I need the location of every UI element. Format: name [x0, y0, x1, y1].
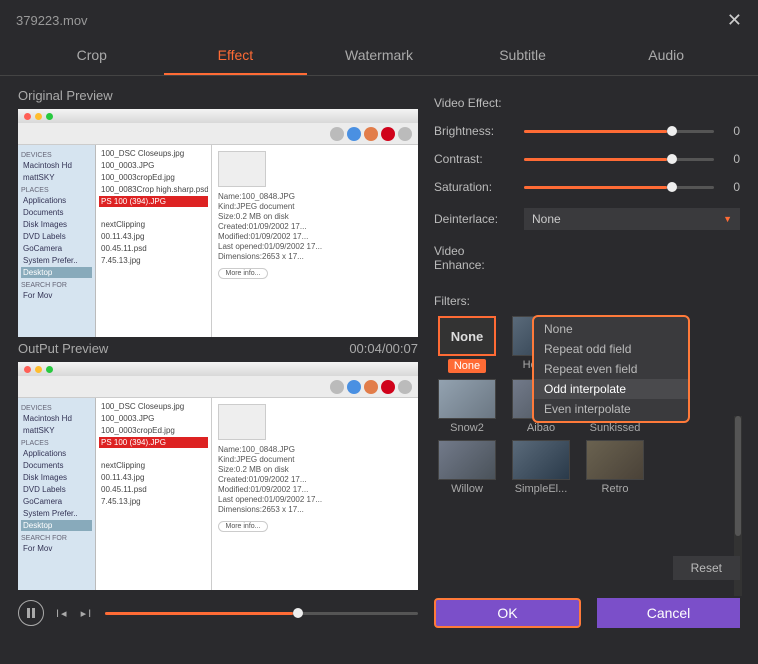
- contrast-label: Contrast:: [434, 152, 516, 166]
- filter-none[interactable]: None None: [434, 316, 500, 373]
- contrast-slider[interactable]: [524, 158, 714, 161]
- tab-bar: Crop Effect Watermark Subtitle Audio: [0, 37, 758, 76]
- dropdown-opt-repeat-odd[interactable]: Repeat odd field: [534, 339, 688, 359]
- tab-audio[interactable]: Audio: [594, 37, 738, 75]
- chevron-down-icon: ▼: [723, 214, 732, 224]
- saturation-label: Saturation:: [434, 180, 516, 194]
- video-effect-header: Video Effect:: [434, 96, 516, 110]
- saturation-value: 0: [722, 180, 740, 194]
- cancel-button[interactable]: Cancel: [597, 598, 740, 628]
- output-preview-label: OutPut Preview: [18, 341, 108, 356]
- filters-label: Filters:: [434, 294, 740, 308]
- deinterlace-selected: None: [532, 212, 561, 226]
- tab-subtitle[interactable]: Subtitle: [451, 37, 595, 75]
- filter-thumb-willow: [438, 440, 496, 480]
- original-preview-label: Original Preview: [18, 88, 113, 103]
- filter-willow[interactable]: Willow: [434, 440, 500, 495]
- filter-snow2[interactable]: Snow2: [434, 379, 500, 434]
- brightness-slider[interactable]: [524, 130, 714, 133]
- next-frame-button[interactable]: ▸I: [81, 607, 94, 620]
- deinterlace-dropdown[interactable]: None Repeat odd field Repeat even field …: [532, 315, 690, 423]
- prev-frame-button[interactable]: I◂: [56, 607, 69, 620]
- dropdown-opt-repeat-even[interactable]: Repeat even field: [534, 359, 688, 379]
- filter-retro[interactable]: Retro: [582, 440, 648, 495]
- tab-watermark[interactable]: Watermark: [307, 37, 451, 75]
- window-title: 379223.mov: [16, 13, 88, 28]
- filter-thumb-snow2: [438, 379, 496, 419]
- tab-effect[interactable]: Effect: [164, 37, 308, 75]
- seek-slider[interactable]: [105, 612, 418, 615]
- filter-simpleel[interactable]: SimpleEl...: [508, 440, 574, 495]
- timecode: 00:04/00:07: [349, 341, 418, 356]
- filter-thumb-none: None: [438, 316, 496, 356]
- dropdown-opt-even-interpolate[interactable]: Even interpolate: [534, 399, 688, 419]
- original-preview: DEVICES Macintosh Hd mattSKY PLACES Appl…: [18, 109, 418, 337]
- close-icon[interactable]: ✕: [727, 10, 742, 31]
- pause-button[interactable]: [18, 600, 44, 626]
- brightness-value: 0: [722, 124, 740, 138]
- deinterlace-select[interactable]: None ▼: [524, 208, 740, 230]
- filter-thumb-simpleel: [512, 440, 570, 480]
- output-preview: DEVICES Macintosh Hd mattSKY PLACES Appl…: [18, 362, 418, 590]
- reset-button[interactable]: Reset: [673, 556, 740, 580]
- saturation-slider[interactable]: [524, 186, 714, 189]
- brightness-label: Brightness:: [434, 124, 516, 138]
- deinterlace-label: Deinterlace:: [434, 212, 516, 226]
- ok-button[interactable]: OK: [434, 598, 581, 628]
- enhance-label: Video Enhance:: [434, 244, 516, 272]
- tab-crop[interactable]: Crop: [20, 37, 164, 75]
- contrast-value: 0: [722, 152, 740, 166]
- dropdown-opt-none[interactable]: None: [534, 319, 688, 339]
- filter-thumb-retro: [586, 440, 644, 480]
- dropdown-opt-odd-interpolate[interactable]: Odd interpolate: [534, 379, 688, 399]
